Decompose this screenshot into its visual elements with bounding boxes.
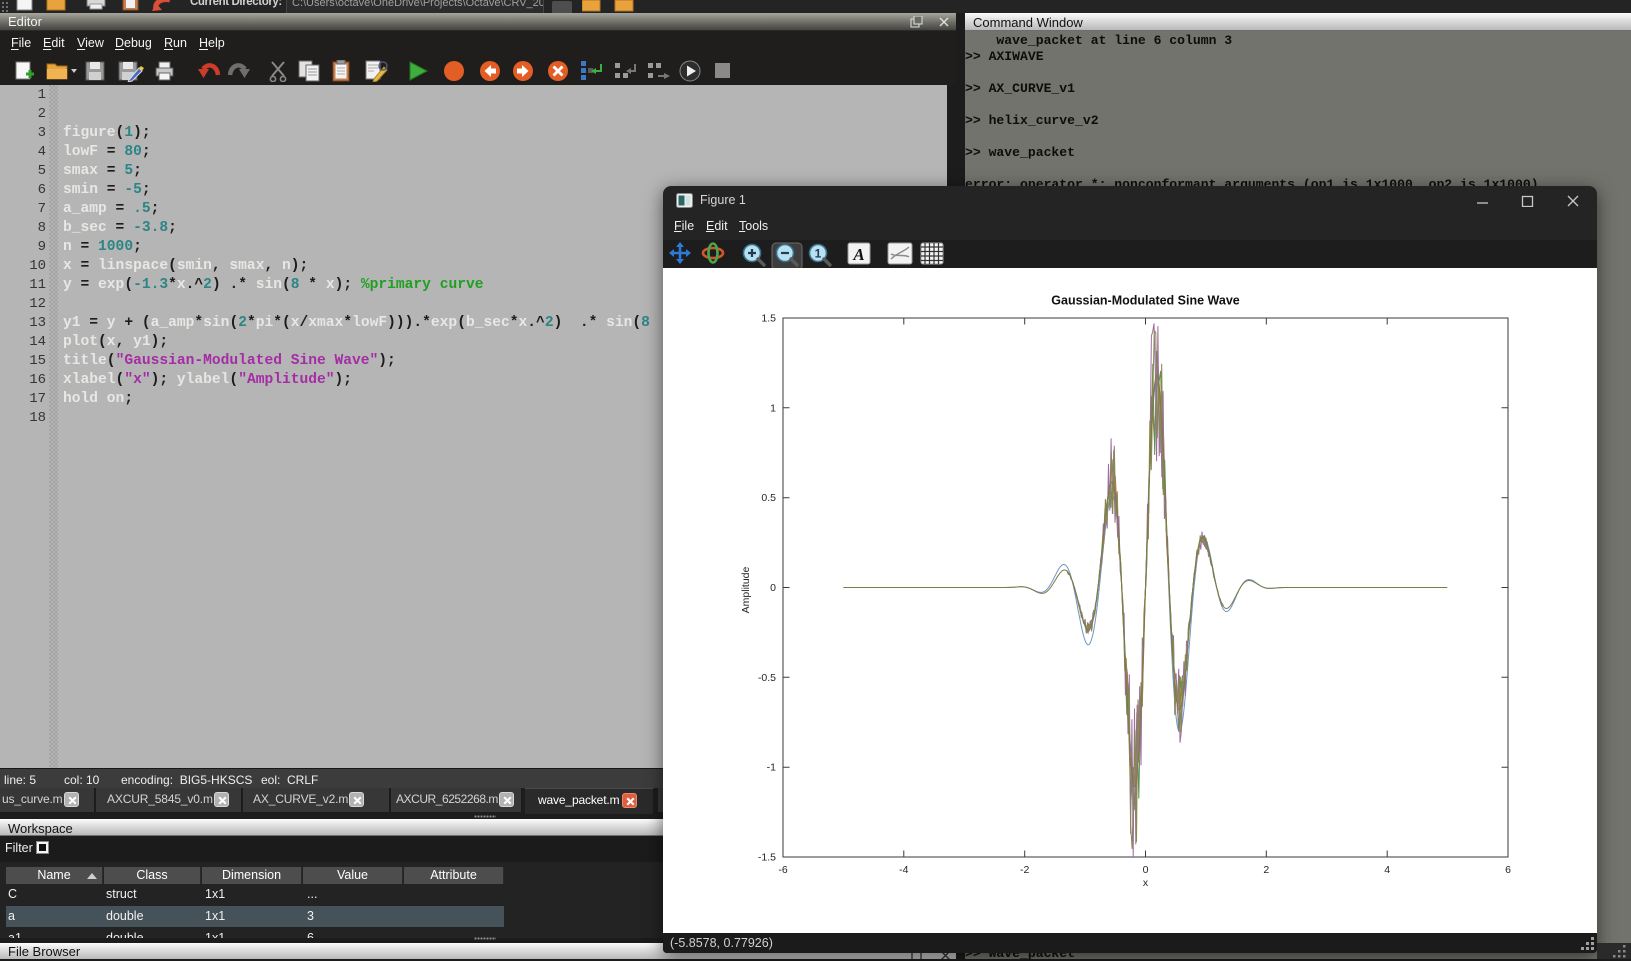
svg-text:2: 2 — [1263, 864, 1269, 876]
svg-text:6: 6 — [1505, 864, 1511, 876]
svg-text:0: 0 — [770, 582, 776, 594]
svg-text:Amplitude: Amplitude — [740, 567, 752, 614]
svg-text:-1.5: -1.5 — [758, 852, 776, 864]
svg-text:4: 4 — [1384, 864, 1390, 876]
svg-text:-1: -1 — [767, 762, 776, 774]
svg-text:-4: -4 — [899, 864, 908, 876]
svg-text:-2: -2 — [1020, 864, 1029, 876]
svg-text:1: 1 — [815, 247, 822, 261]
svg-text:-6: -6 — [778, 864, 787, 876]
svg-text:Gaussian-Modulated Sine Wave: Gaussian-Modulated Sine Wave — [1051, 294, 1240, 308]
svg-text:0.5: 0.5 — [761, 492, 776, 504]
svg-text:A: A — [852, 245, 864, 264]
svg-text:0: 0 — [1143, 864, 1149, 876]
svg-text:-0.5: -0.5 — [758, 672, 776, 684]
svg-text:1: 1 — [770, 402, 776, 414]
svg-text:x: x — [1143, 877, 1149, 889]
svg-text:1.5: 1.5 — [761, 313, 776, 325]
